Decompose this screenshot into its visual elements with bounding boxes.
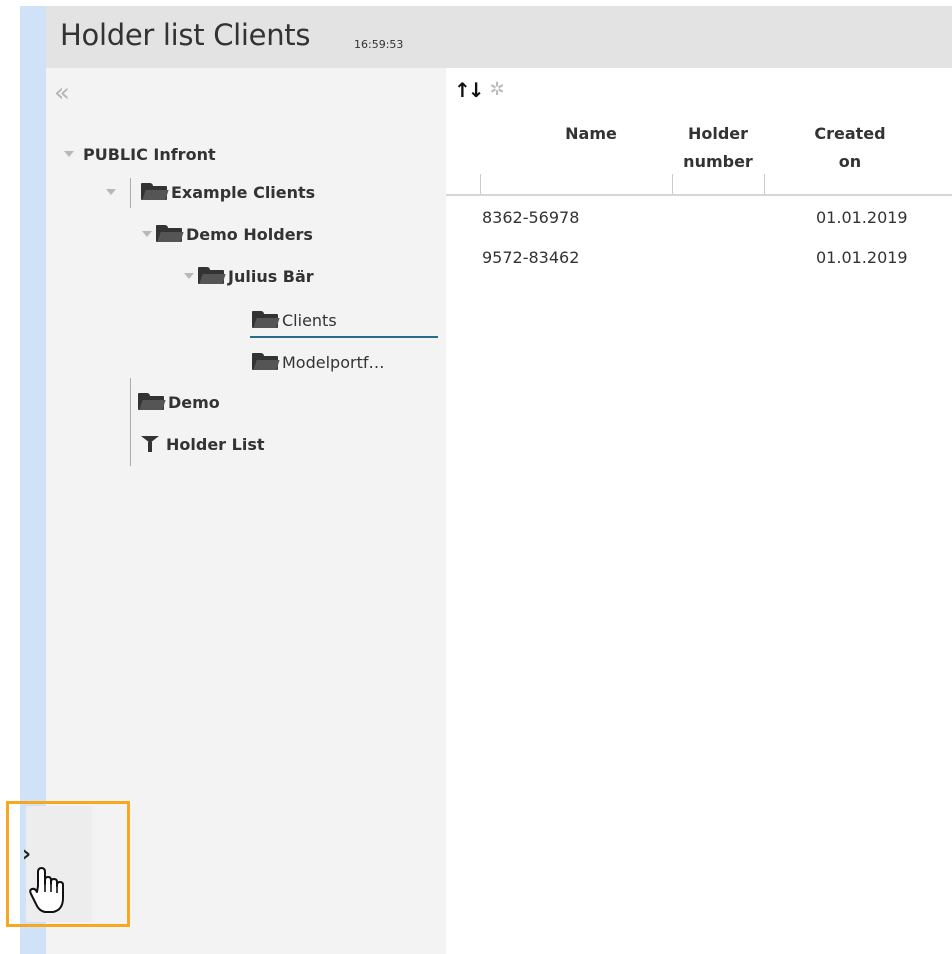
gear-icon[interactable]: ✲ [490, 81, 505, 99]
folder-icon [156, 225, 184, 243]
column-header-created-on[interactable]: Created on [810, 120, 890, 176]
tree-item-demo[interactable]: Demo [138, 390, 220, 414]
page-header: Holder list Clients 16:59:53 [46, 6, 952, 68]
cell-name[interactable]: 9572-83462 [482, 248, 579, 267]
folder-icon [252, 353, 280, 371]
page-title: Holder list Clients [60, 18, 311, 52]
folder-icon [252, 311, 280, 329]
triangle-down-icon[interactable] [142, 231, 152, 237]
table-toolbar: ↑↓ ✲ [454, 80, 505, 100]
tree-item-public-infront[interactable]: PUBLIC Infront [64, 142, 216, 166]
header-divider [446, 194, 952, 196]
column-header-label: on [838, 152, 862, 171]
tree-item-label: Demo [168, 392, 220, 412]
folder-icon [198, 267, 226, 285]
tree-item-holder-list[interactable]: Holder List [140, 432, 264, 456]
tree-item-demo-holders[interactable]: Demo Holders [142, 222, 313, 246]
sort-arrows-icon[interactable]: ↑↓ [454, 80, 484, 100]
tree-item-example-clients[interactable]: Example Clients [106, 180, 315, 204]
column-divider[interactable] [764, 174, 765, 194]
column-header-label: Name [565, 124, 617, 143]
folder-icon [141, 183, 169, 201]
cell-created-on[interactable]: 01.01.2019 [816, 208, 908, 227]
tree-item-label: Example Clients [171, 182, 316, 202]
folder-icon [138, 393, 166, 411]
cell-created-on[interactable]: 01.01.2019 [816, 248, 908, 267]
hand-pointer-icon [29, 867, 64, 913]
triangle-down-icon[interactable] [64, 151, 74, 157]
cell-name[interactable]: 8362-56978 [482, 208, 579, 227]
triangle-down-icon[interactable] [184, 273, 194, 279]
double-chevron-left-icon[interactable]: « [54, 80, 70, 106]
tree-item-label: PUBLIC Infront [83, 144, 216, 164]
selected-item-underline [250, 336, 438, 338]
timestamp: 16:59:53 [354, 38, 404, 51]
column-header-label: Created [814, 124, 886, 143]
tree-guide-line [130, 378, 131, 466]
tree-item-label: Modelportf… [282, 352, 385, 372]
tree-item-label: Holder List [166, 434, 265, 454]
column-header-holder-number[interactable]: Holder number [670, 120, 766, 176]
holder-table: ↑↓ ✲ Name Holder number Created on 8362-… [446, 68, 952, 954]
tree-item-modelportfolios[interactable]: Modelportf… [252, 350, 384, 374]
filter-icon [140, 434, 160, 454]
column-header-label: Holder [687, 124, 749, 143]
chevron-right-icon[interactable]: › [22, 844, 31, 866]
tree-item-julius-baer[interactable]: Julius Bär [184, 264, 314, 288]
column-header-label: number [683, 152, 753, 171]
column-divider[interactable] [480, 174, 481, 194]
tree-item-clients[interactable]: Clients [252, 308, 337, 332]
triangle-down-icon[interactable] [106, 189, 116, 195]
tree-item-label: Clients [282, 310, 337, 330]
column-header-name[interactable]: Name [536, 120, 646, 148]
column-divider[interactable] [672, 174, 673, 194]
tree-item-label: Julius Bär [228, 266, 314, 286]
tree-item-label: Demo Holders [186, 224, 313, 244]
